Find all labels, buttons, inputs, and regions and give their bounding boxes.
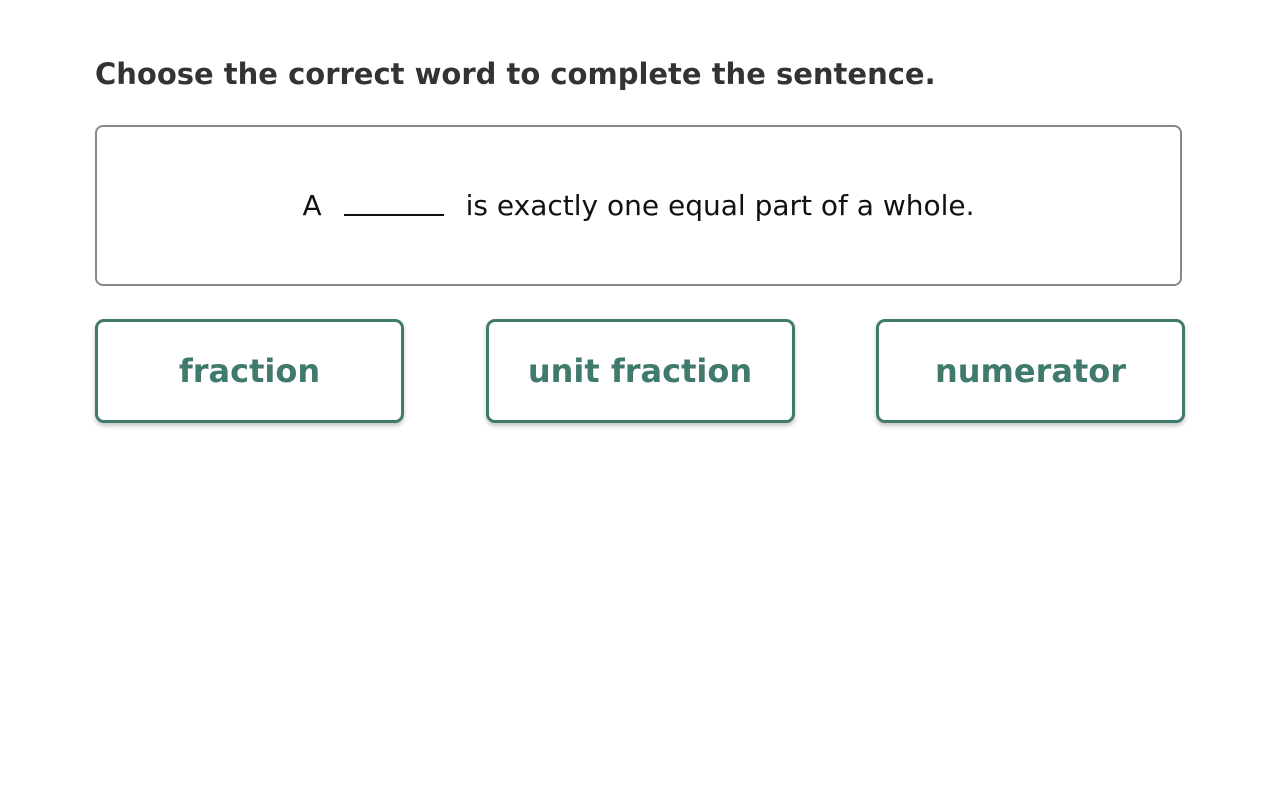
quiz-page: Choose the correct word to complete the …	[0, 0, 1280, 800]
choice-numerator-button[interactable]: numerator	[876, 319, 1185, 423]
sentence-before-blank: A	[302, 189, 322, 222]
answer-blank	[343, 213, 444, 216]
choice-fraction-button[interactable]: fraction	[95, 319, 404, 423]
sentence: A is exactly one equal part of a whole.	[302, 189, 974, 222]
answer-choices: fraction unit fraction numerator	[95, 319, 1185, 423]
sentence-after-blank: is exactly one equal part of a whole.	[465, 189, 975, 222]
sentence-box: A is exactly one equal part of a whole.	[95, 125, 1182, 286]
choice-unit-fraction-button[interactable]: unit fraction	[485, 319, 795, 423]
question-prompt: Choose the correct word to complete the …	[95, 57, 936, 91]
